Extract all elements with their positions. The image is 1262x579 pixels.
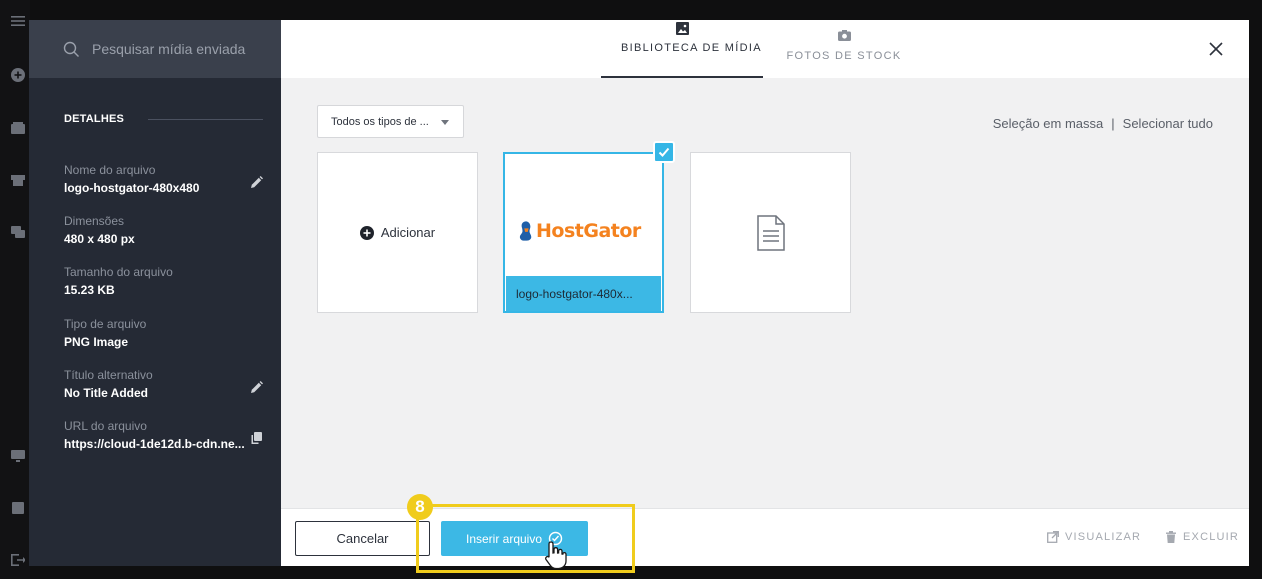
- add-media-card[interactable]: Adicionar: [317, 152, 478, 313]
- field-value: logo-hostgator-480x480: [64, 181, 200, 195]
- camera-icon: [837, 30, 851, 41]
- field-label: Nome do arquivo: [64, 163, 156, 177]
- field-label: Tamanho do arquivo: [64, 265, 173, 279]
- close-icon: [1209, 42, 1223, 56]
- hostgator-logo: HostGator: [519, 220, 641, 242]
- delete-label: EXCLUIR: [1183, 531, 1240, 543]
- preview-label: VISUALIZAR: [1065, 531, 1142, 543]
- tab-label: BIBLIOTECA DE MÍDIA: [621, 42, 762, 54]
- details-sidebar: Pesquisar mídia enviada DETALHES Nome do…: [29, 20, 281, 566]
- gator-mascot-icon: [519, 221, 532, 241]
- field-dimensions: Dimensões 480 x 480 px: [64, 214, 256, 247]
- media-card-document[interactable]: [690, 152, 851, 313]
- edit-pencil-icon[interactable]: [251, 175, 263, 188]
- logo-text: HostGator: [536, 220, 641, 242]
- logout-icon[interactable]: [10, 552, 26, 568]
- trash-icon: [1166, 531, 1176, 543]
- app-rail: [0, 0, 30, 579]
- edit-pencil-icon[interactable]: [251, 380, 263, 393]
- field-label: Título alternativo: [64, 368, 153, 382]
- external-link-icon: [1047, 531, 1059, 543]
- details-title: DETALHES: [64, 113, 125, 125]
- hand-pointer-icon: [545, 541, 567, 570]
- image-icon: [675, 22, 689, 35]
- step-highlight-box: [416, 504, 635, 573]
- folder-icon[interactable]: [10, 120, 26, 136]
- tab-label: FOTOS DE STOCK: [786, 50, 902, 62]
- field-value: https://cloud-1de12d.b-cdn.ne...: [64, 437, 245, 451]
- file-type-filter[interactable]: Todos os tipos de ...: [317, 105, 464, 138]
- menu-icon[interactable]: [10, 13, 26, 29]
- caret-down-icon: [441, 120, 449, 125]
- search-input[interactable]: Pesquisar mídia enviada: [92, 41, 245, 57]
- details-header: DETALHES: [64, 113, 263, 125]
- bulk-separator: |: [1111, 116, 1115, 131]
- field-value: No Title Added: [64, 386, 148, 400]
- add-label: Adicionar: [380, 225, 436, 240]
- step-badge: 8: [407, 494, 433, 520]
- cancel-button[interactable]: Cancelar: [295, 521, 430, 556]
- tab-stock-photos[interactable]: FOTOS DE STOCK: [786, 20, 902, 78]
- plus-circle-icon: [359, 225, 374, 240]
- media-caption: logo-hostgator-480x...: [506, 276, 661, 311]
- field-value: PNG Image: [64, 335, 129, 349]
- selected-checkbox[interactable]: [653, 141, 675, 163]
- monitor-icon[interactable]: [10, 448, 26, 464]
- delete-button[interactable]: EXCLUIR: [1165, 531, 1239, 543]
- close-button[interactable]: [1209, 42, 1223, 56]
- media-card-selected[interactable]: HostGator logo-hostgator-480x...: [503, 152, 664, 313]
- field-file-size: Tamanho do arquivo 15.23 KB: [64, 265, 256, 298]
- field-alt-title: Título alternativo No Title Added: [64, 368, 263, 401]
- add-circle-icon[interactable]: [10, 67, 26, 83]
- note-icon[interactable]: [10, 500, 26, 516]
- media-library-modal: Pesquisar mídia enviada DETALHES Nome do…: [29, 20, 1249, 566]
- details-divider: [148, 118, 263, 120]
- search-icon: [63, 41, 79, 57]
- field-file-type: Tipo de arquivo PNG Image: [64, 317, 256, 350]
- document-icon: [756, 214, 785, 251]
- bulk-select-link[interactable]: Seleção em massa: [993, 116, 1104, 131]
- store-icon[interactable]: [10, 172, 26, 188]
- tab-media-library[interactable]: BIBLIOTECA DE MÍDIA: [601, 20, 763, 78]
- chat-icon[interactable]: [10, 224, 26, 240]
- select-all-link[interactable]: Selecionar tudo: [1123, 116, 1213, 131]
- modal-header: BIBLIOTECA DE MÍDIA FOTOS DE STOCK: [281, 20, 1249, 78]
- field-value: 480 x 480 px: [64, 232, 135, 246]
- field-file-name: Nome do arquivo logo-hostgator-480x480: [64, 163, 263, 196]
- search-bar[interactable]: Pesquisar mídia enviada: [29, 20, 281, 78]
- checkmark-icon: [658, 147, 670, 157]
- field-label: Dimensões: [64, 214, 125, 228]
- copy-icon[interactable]: [251, 431, 263, 444]
- preview-button[interactable]: VISUALIZAR: [1047, 531, 1141, 543]
- field-label: URL do arquivo: [64, 419, 147, 433]
- field-file-url: URL do arquivo https://cloud-1de12d.b-cd…: [64, 419, 262, 452]
- field-label: Tipo de arquivo: [64, 317, 147, 331]
- bulk-actions: Seleção em massa | Selecionar tudo: [993, 116, 1213, 131]
- field-value: 15.23 KB: [64, 283, 115, 297]
- filter-value: Todos os tipos de ...: [331, 115, 429, 128]
